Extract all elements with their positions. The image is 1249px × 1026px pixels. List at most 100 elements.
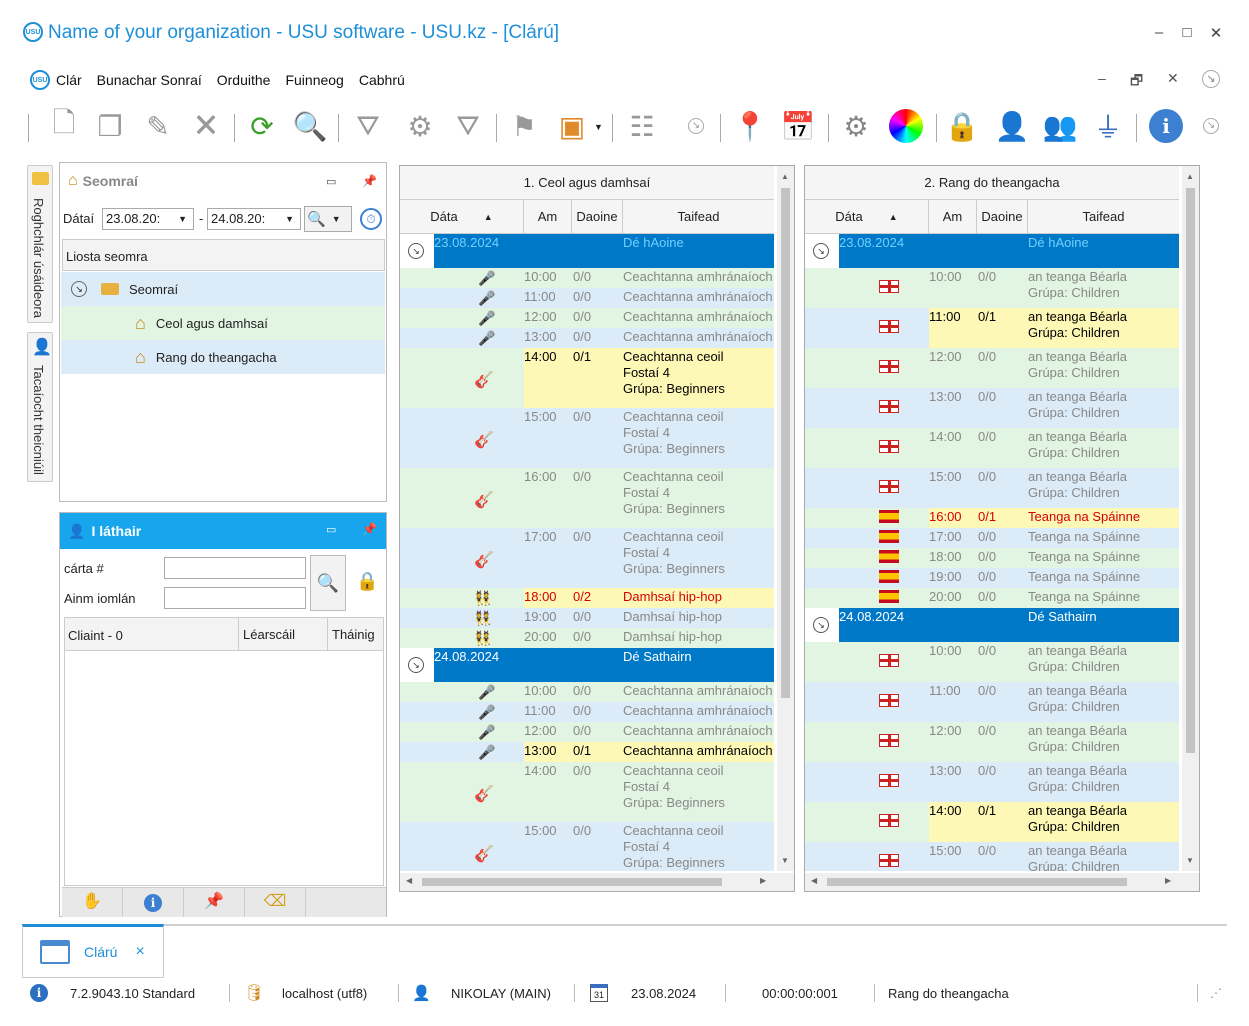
schedule-row[interactable]: 🎤 11:00 0/0 Ceachtanna amhránaíoch [400,288,774,308]
date-to-input[interactable]: 24.08.20: ▼ [207,208,301,230]
doc-tab-close-button[interactable]: × [135,943,144,961]
mdi-restore-button[interactable]: 🗗 [1130,70,1143,94]
search-client-button[interactable]: 🔍 [310,555,346,611]
schedule-row[interactable]: 🎸 14:00 0/1 Ceachtanna ceoil Fostaí 4 Grúpa: … [400,348,774,408]
users-group-icon[interactable]: 👥 [1038,102,1082,150]
copy-record-icon[interactable]: ❐ [88,102,132,150]
maximize-button[interactable]: □ [1177,24,1197,41]
lock-icon[interactable]: 🔒 [940,102,984,150]
collapse-group-icon[interactable]: ↘ [408,657,424,673]
grid1-vscrollbar[interactable]: ▲ ▼ [777,166,794,871]
schedule-row[interactable]: 10:00 0/0 an teanga Béarla Grúpa: Children [805,642,1179,682]
lock-icon[interactable]: 🔒 [356,571,378,592]
date-from-input[interactable]: 23.08.20: ▼ [102,208,194,230]
day-group-header[interactable]: ↘ 24.08.2024 Dé Sathairn [805,608,1179,642]
collapse-menu-icon[interactable]: ↘ [1202,70,1220,88]
collapse-group-icon[interactable]: ↘ [813,243,829,259]
schedule-row[interactable]: 🎤 13:00 0/0 Ceachtanna amhránaíoch [400,328,774,348]
schedule-row[interactable]: 13:00 0/0 an teanga Béarla Grúpa: Children [805,762,1179,802]
col-date[interactable]: Dáta ▲ [805,200,929,233]
panel-pin-icon[interactable]: 📌 [362,522,377,536]
tree-root[interactable]: ↘ Seomraí [61,272,385,306]
schedule-row[interactable]: 🎸 15:00 0/0 Ceachtanna ceoil Fostaí 4 Grúpa: … [400,408,774,468]
schedule-row[interactable]: 15:00 0/0 an teanga Béarla Grúpa: Children [805,468,1179,508]
full-name-input[interactable] [164,587,306,609]
schedule-row[interactable]: 16:00 0/1 Teanga na Spáinne [805,508,1179,528]
image-dropdown-icon[interactable]: ▼ [594,122,603,132]
schedule-row[interactable]: 🎤 12:00 0/0 Ceachtanna amhránaíoch [400,722,774,742]
schedule-row[interactable]: 18:00 0/0 Teanga na Spáinne [805,548,1179,568]
collapse-toolbar-icon[interactable]: ↘ [688,118,704,134]
edit-record-icon[interactable]: ✎ [136,102,180,150]
schedule-row[interactable]: 19:00 0/0 Teanga na Spáinne [805,568,1179,588]
clock-icon[interactable]: ⏱ [360,208,382,230]
delete-record-icon[interactable]: 🗙 [184,102,228,150]
columns-icon[interactable]: ☷ [620,102,664,150]
user-key-icon[interactable]: 👤 [990,102,1034,150]
schedule-row[interactable]: 🎤 10:00 0/0 Ceachtanna amhránaíoch [400,682,774,702]
panel-maximize-button[interactable]: ▭ [326,175,336,188]
schedule-row[interactable]: 👯 19:00 0/0 Damhsaí hip-hop [400,608,774,628]
minimize-button[interactable]: – [1149,24,1169,41]
menu-fuinneog[interactable]: Fuinneog [285,72,343,88]
schedule-row[interactable]: 🎤 10:00 0/0 Ceachtanna amhránaíoch [400,268,774,288]
col-people[interactable]: Daoine [977,200,1028,233]
schedule-row[interactable]: 13:00 0/0 an teanga Béarla Grúpa: Children [805,388,1179,428]
day-group-header[interactable]: ↘ 23.08.2024 Dé hAoine [400,234,774,268]
schedule-row[interactable]: 11:00 0/0 an teanga Béarla Grúpa: Children [805,682,1179,722]
info-icon[interactable]: i [1144,102,1188,150]
image-icon[interactable]: ▣ [550,102,594,150]
filter-apply-icon[interactable]: ⛛ [446,102,490,150]
schedule-row[interactable]: 11:00 0/1 an teanga Béarla Grúpa: Children [805,308,1179,348]
collapse-group-icon[interactable]: ↘ [813,617,829,633]
flag-icon[interactable]: ⚑ [502,102,546,150]
resize-grip-icon[interactable]: ⋰ [1210,980,1222,1006]
settings-gear-icon[interactable]: ⚙ [834,102,878,150]
collapse-toolbar2-icon[interactable]: ↘ [1203,118,1219,134]
add-record-icon[interactable]: 🗋 [42,102,86,150]
schedule-row[interactable]: 🎤 11:00 0/0 Ceachtanna amhránaíoch [400,702,774,722]
info-button[interactable]: i [123,888,184,917]
col-map[interactable]: Léarscáil [238,618,299,650]
col-clients[interactable]: Cliaint - 0 [68,628,123,643]
grid1-hscrollbar[interactable]: ◀ ▶ [400,873,794,891]
schedule-row[interactable]: 20:00 0/0 Teanga na Spáinne [805,588,1179,608]
schedule-row[interactable]: 🎤 13:00 0/1 Ceachtanna amhránaíoch [400,742,774,762]
tree-room-languages[interactable]: ⌂ Rang do theangacha [61,340,385,374]
map-pin-icon[interactable]: 📍 [728,102,772,150]
refresh-icon[interactable]: ⟳ [240,102,284,150]
mdi-close-button[interactable]: ✕ [1167,70,1179,87]
date-search-button[interactable]: 🔍 ▼ [304,206,352,232]
col-time[interactable]: Am [524,200,572,233]
calendar-icon[interactable]: 📅 [776,102,820,150]
day-group-header[interactable]: ↘ 24.08.2024 Dé Sathairn [400,648,774,682]
eraser-icon[interactable]: ⌫ [245,888,306,917]
close-window-button[interactable]: ✕ [1206,24,1226,42]
col-record[interactable]: Taifead [1028,200,1179,233]
grid2-vscrollbar[interactable]: ▲ ▼ [1182,166,1199,871]
collapse-icon[interactable]: ↘ [71,281,87,297]
mdi-minimize-button[interactable]: – [1098,70,1106,86]
day-group-header[interactable]: ↘ 23.08.2024 Dé hAoine [805,234,1179,268]
panel-maximize-button[interactable]: ▭ [326,523,336,536]
menu-orduithe[interactable]: Orduithe [217,72,271,88]
schedule-row[interactable]: 12:00 0/0 an teanga Béarla Grúpa: Children [805,348,1179,388]
tree-room-music[interactable]: ⌂ Ceol agus damhsaí [61,306,385,340]
side-tab-user-menu[interactable]: Roghchlár úsáideora [27,165,53,323]
schedule-row[interactable]: 🎤 12:00 0/0 Ceachtanna amhránaíoch [400,308,774,328]
col-arrived[interactable]: Tháinig [327,618,379,650]
grid2-hscrollbar[interactable]: ◀ ▶ [805,873,1199,891]
schedule-row[interactable]: 17:00 0/0 Teanga na Spáinne [805,528,1179,548]
search-icon[interactable]: 🔍 [288,102,332,150]
schedule-row[interactable]: 🎸 14:00 0/0 Ceachtanna ceoil Fostaí 4 Grúpa: … [400,762,774,822]
schedule-row[interactable]: 14:00 0/0 an teanga Béarla Grúpa: Children [805,428,1179,468]
menu-bunachar[interactable]: Bunachar Sonraí [97,72,202,88]
filter-settings-icon[interactable]: ⚙ [398,102,442,150]
col-people[interactable]: Daoine [572,200,623,233]
card-number-input[interactable] [164,557,306,579]
doc-tab-registration[interactable]: Clárú × [22,924,164,978]
schedule-row[interactable]: 🎸 15:00 0/0 Ceachtanna ceoil Fostaí 4 Grúpa: … [400,822,774,871]
filter-icon[interactable]: ⛛ [346,102,390,150]
side-tab-tech-support[interactable]: 👤 Tacaíocht theicniúil [27,332,53,482]
schedule-row[interactable]: 12:00 0/0 an teanga Béarla Grúpa: Children [805,722,1179,762]
